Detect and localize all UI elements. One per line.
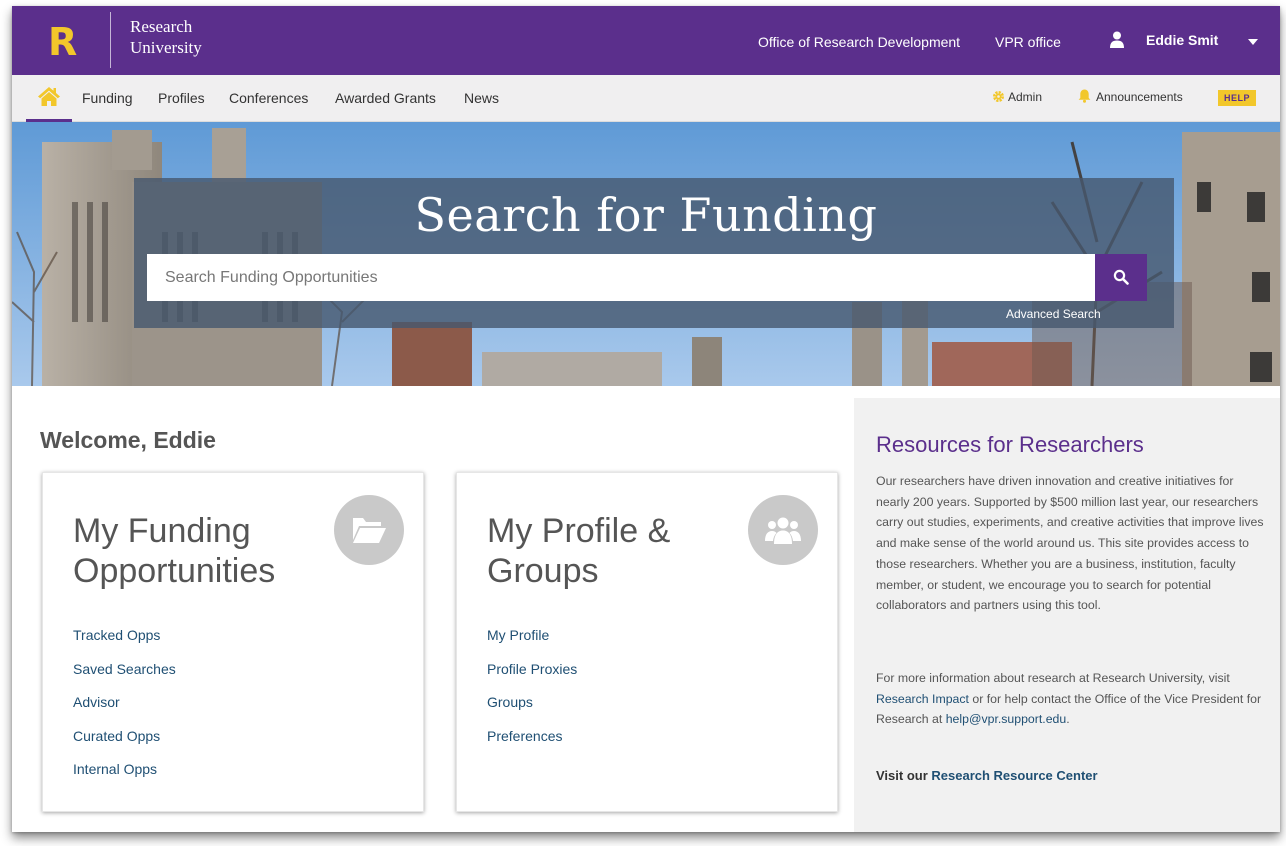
top-header: R Research University Office of Research… bbox=[12, 6, 1280, 75]
hero-title: Search for Funding bbox=[414, 188, 878, 242]
card-title-line2: Groups bbox=[487, 552, 599, 590]
funding-links-list: Tracked Opps Saved Searches Advisor Cura… bbox=[73, 627, 176, 795]
list-item: Tracked Opps bbox=[73, 627, 176, 661]
link-curated-opps[interactable]: Curated Opps bbox=[73, 728, 160, 744]
hero-search: Search for Funding Advanced Search bbox=[12, 122, 1280, 386]
nav-awarded-grants[interactable]: Awarded Grants bbox=[335, 90, 436, 106]
link-preferences[interactable]: Preferences bbox=[487, 728, 562, 744]
svg-text:R: R bbox=[48, 22, 77, 62]
university-logo[interactable]: R bbox=[48, 22, 78, 62]
more-info-text: For more information about research at R… bbox=[876, 671, 1230, 685]
support-email-link[interactable]: help@vpr.support.edu bbox=[946, 712, 1067, 726]
list-item: My Profile bbox=[487, 627, 577, 661]
research-resource-center-link[interactable]: Research Resource Center bbox=[931, 768, 1097, 783]
help-button[interactable]: HELP bbox=[1218, 90, 1256, 106]
logo-divider bbox=[110, 12, 111, 68]
list-item: Groups bbox=[487, 694, 577, 728]
gear-icon bbox=[993, 91, 1004, 102]
bell-icon bbox=[1078, 89, 1091, 103]
card-title-line1: My Funding bbox=[73, 512, 251, 550]
search-button[interactable] bbox=[1095, 254, 1147, 301]
nav-admin[interactable]: Admin bbox=[1008, 90, 1042, 104]
resources-more-info: For more information about research at R… bbox=[876, 668, 1266, 730]
research-impact-link[interactable]: Research Impact bbox=[876, 692, 969, 706]
list-item: Curated Opps bbox=[73, 728, 176, 762]
app-window: R Research University Office of Research… bbox=[12, 6, 1280, 832]
search-icon bbox=[1113, 269, 1129, 285]
advanced-search-link[interactable]: Advanced Search bbox=[1006, 307, 1101, 321]
users-icon bbox=[748, 495, 818, 565]
nav-news[interactable]: News bbox=[464, 90, 499, 106]
visit-text: Visit our bbox=[876, 768, 932, 783]
card-title: My Funding Opportunities bbox=[73, 511, 333, 591]
link-tracked-opps[interactable]: Tracked Opps bbox=[73, 627, 160, 643]
card-title-line1: My Profile & bbox=[487, 512, 671, 550]
link-profile-proxies[interactable]: Profile Proxies bbox=[487, 661, 577, 677]
nav-conferences[interactable]: Conferences bbox=[229, 90, 308, 106]
funding-opportunities-card: My Funding Opportunities Tracked Opps Sa… bbox=[42, 472, 424, 812]
profile-links-list: My Profile Profile Proxies Groups Prefer… bbox=[487, 627, 577, 761]
link-advisor[interactable]: Advisor bbox=[73, 694, 120, 710]
search-input[interactable] bbox=[147, 254, 1095, 301]
nav-home[interactable] bbox=[26, 75, 72, 122]
welcome-heading: Welcome, Eddie bbox=[40, 427, 216, 453]
list-item: Saved Searches bbox=[73, 661, 176, 695]
resources-description: Our researchers have driven innovation a… bbox=[876, 474, 1264, 613]
link-saved-searches[interactable]: Saved Searches bbox=[73, 661, 176, 677]
link-internal-opps[interactable]: Internal Opps bbox=[73, 761, 157, 777]
university-name-line1: Research bbox=[130, 17, 193, 36]
university-name-line2: University bbox=[130, 38, 202, 57]
card-title-line2: Opportunities bbox=[73, 552, 276, 590]
profile-groups-card: My Profile & Groups My Profile Profile P… bbox=[456, 472, 838, 812]
link-groups[interactable]: Groups bbox=[487, 694, 533, 710]
nav-funding[interactable]: Funding bbox=[82, 90, 133, 106]
folder-open-icon bbox=[334, 495, 404, 565]
list-item: Advisor bbox=[73, 694, 176, 728]
list-item: Internal Opps bbox=[73, 761, 176, 795]
list-item: Profile Proxies bbox=[487, 661, 577, 695]
user-menu[interactable]: Eddie Smit bbox=[1146, 32, 1218, 48]
more-info-text: . bbox=[1066, 712, 1070, 727]
resource-center-line: Visit our Research Resource Center bbox=[876, 768, 1098, 783]
university-name[interactable]: Research University bbox=[130, 16, 270, 58]
main-nav: Funding Profiles Conferences Awarded Gra… bbox=[12, 75, 1280, 122]
chevron-down-icon[interactable] bbox=[1248, 39, 1258, 45]
nav-profiles[interactable]: Profiles bbox=[158, 90, 205, 106]
nav-announcements[interactable]: Announcements bbox=[1096, 90, 1183, 104]
card-title: My Profile & Groups bbox=[487, 511, 747, 591]
home-icon bbox=[38, 87, 60, 106]
user-icon bbox=[1110, 31, 1124, 48]
resources-sidebar: Resources for Researchers Our researcher… bbox=[854, 398, 1280, 832]
list-item: Preferences bbox=[487, 728, 577, 762]
resources-title: Resources for Researchers bbox=[876, 432, 1144, 457]
link-my-profile[interactable]: My Profile bbox=[487, 627, 549, 643]
header-link-vpr-office[interactable]: VPR office bbox=[995, 34, 1061, 50]
header-link-office-research-development[interactable]: Office of Research Development bbox=[758, 34, 960, 50]
